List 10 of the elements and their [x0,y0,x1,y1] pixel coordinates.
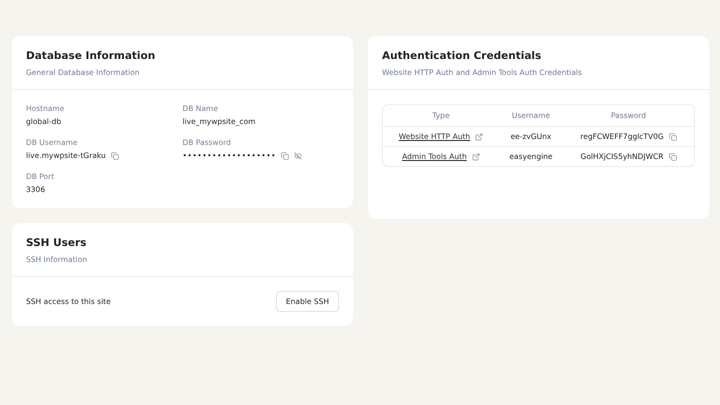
copy-icon[interactable] [668,152,676,160]
external-link-icon[interactable] [475,132,484,140]
card-title: Database Information [26,50,156,62]
copy-icon[interactable] [110,152,119,160]
card-title: Authentication Credentials [382,50,542,62]
external-link-icon[interactable] [472,152,480,160]
eye-off-icon[interactable] [294,152,302,160]
copy-icon[interactable] [668,132,677,140]
card-title: SSH Users [26,237,88,249]
copy-icon[interactable] [281,152,290,160]
